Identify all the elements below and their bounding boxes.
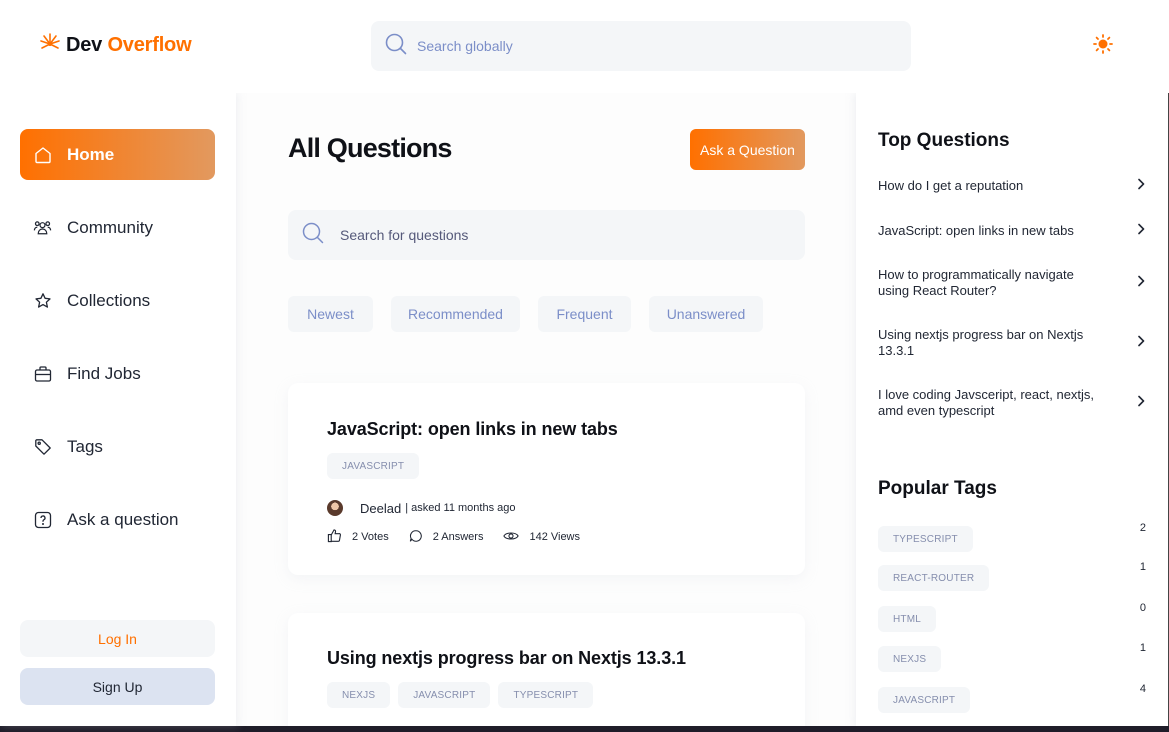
question-metrics: 2 Votes 2 Answers 142 Views: [327, 528, 600, 546]
question-tags: JAVASCRIPT: [327, 453, 420, 479]
sidebar-item-label: Find Jobs: [67, 363, 141, 383]
chevron-right-icon: [1136, 223, 1146, 239]
filter-newest[interactable]: Newest: [288, 296, 373, 332]
filter-frequent[interactable]: Frequent: [538, 296, 631, 332]
message-icon: [409, 529, 423, 546]
search-icon: [302, 222, 324, 249]
logo-text: Dev Overflow: [66, 34, 192, 56]
main-content: All Questions Ask a Question Newest Reco…: [236, 93, 856, 726]
answers-metric: 2 Answers: [409, 529, 483, 546]
ask-question-button[interactable]: Ask a Question: [690, 129, 805, 170]
popular-tag-item[interactable]: HTML 0: [878, 602, 1146, 632]
home-icon: [33, 145, 52, 164]
search-icon: [385, 33, 407, 60]
logo[interactable]: Dev Overflow: [38, 31, 192, 60]
popular-tag-item[interactable]: TYPESCRIPT 2: [878, 522, 1146, 552]
page-title: All Questions: [288, 133, 452, 163]
sidebar-item-label: Community: [67, 217, 153, 237]
question-tags: NEXJS JAVASCRIPT TYPESCRIPT: [327, 682, 594, 708]
question-card: JavaScript: open links in new tabs JAVAS…: [288, 383, 805, 575]
tag-badge[interactable]: NEXJS: [327, 682, 391, 708]
popular-tag-item[interactable]: NEXJS 1: [878, 642, 1146, 672]
theme-toggle[interactable]: [1092, 33, 1114, 59]
tag-count: 1: [1139, 561, 1146, 573]
question-search[interactable]: [288, 210, 805, 260]
votes-metric: 2 Votes: [327, 528, 389, 546]
briefcase-icon: [33, 364, 52, 383]
global-search-input[interactable]: [417, 38, 857, 54]
signup-button[interactable]: Sign Up: [20, 668, 215, 705]
question-search-input[interactable]: [340, 227, 760, 243]
tag-badge[interactable]: REACT-ROUTER: [878, 565, 990, 591]
popular-tag-item[interactable]: JAVASCRIPT 4: [878, 683, 1146, 713]
question-card: Using nextjs progress bar on Nextjs 13.3…: [288, 613, 805, 726]
tag-icon: [33, 437, 52, 456]
star-icon: [33, 291, 52, 310]
popular-tag-item[interactable]: REACT-ROUTER 1: [878, 561, 1146, 591]
sidebar-item-label: Tags: [67, 436, 103, 456]
tag-count: 4: [1139, 683, 1146, 695]
login-button[interactable]: Log In: [20, 620, 215, 657]
views-metric: 142 Views: [503, 529, 580, 546]
question-title[interactable]: JavaScript: open links in new tabs: [327, 419, 618, 440]
tag-count: 0: [1139, 602, 1146, 614]
users-icon: [33, 218, 52, 237]
sidebar-item-collections[interactable]: Collections: [20, 275, 215, 326]
filter-unanswered[interactable]: Unanswered: [649, 296, 763, 332]
tag-count: 1: [1139, 642, 1146, 654]
sidebar-item-label: Collections: [67, 290, 151, 310]
sidebar-item-tags[interactable]: Tags: [20, 421, 215, 472]
tag-badge[interactable]: JAVASCRIPT: [327, 453, 420, 479]
tag-badge[interactable]: JAVASCRIPT: [878, 687, 971, 713]
tag-badge[interactable]: JAVASCRIPT: [398, 682, 491, 708]
left-sidebar: Home Community Collections Find Jobs Tag…: [0, 93, 236, 726]
right-sidebar: Top Questions How do I get a reputation …: [856, 93, 1169, 726]
top-question-item[interactable]: How do I get a reputation: [878, 178, 1146, 194]
tag-badge[interactable]: HTML: [878, 606, 937, 632]
asked-time: | asked 11 months ago: [405, 502, 516, 514]
top-question-item[interactable]: Using nextjs progress bar on Nextjs 13.3…: [878, 327, 1146, 359]
eye-icon: [503, 529, 520, 546]
sidebar-item-find-jobs[interactable]: Find Jobs: [20, 348, 215, 399]
tag-badge[interactable]: TYPESCRIPT: [498, 682, 594, 708]
avatar: [327, 500, 343, 516]
bottom-bar: [0, 726, 1169, 732]
author-name: Deelad: [360, 500, 402, 516]
chevron-right-icon: [1136, 275, 1146, 291]
popular-tags-title: Popular Tags: [878, 478, 997, 499]
tag-badge[interactable]: NEXJS: [878, 646, 942, 672]
navbar: Dev Overflow: [0, 0, 1169, 93]
chevron-right-icon: [1136, 335, 1146, 351]
sun-icon: [1093, 33, 1113, 59]
sidebar-item-ask-question[interactable]: Ask a question: [20, 494, 215, 545]
top-question-item[interactable]: I love coding Javsceript, react, nextjs,…: [878, 387, 1146, 419]
sidebar-item-label: Home: [67, 144, 115, 164]
top-question-item[interactable]: JavaScript: open links in new tabs: [878, 223, 1146, 239]
sidebar-item-home[interactable]: Home: [20, 129, 215, 180]
sidebar-item-community[interactable]: Community: [20, 202, 215, 253]
thumbs-up-icon: [327, 528, 342, 546]
filter-recommended[interactable]: Recommended: [391, 296, 520, 332]
top-questions-title: Top Questions: [878, 130, 1010, 151]
question-icon: [33, 510, 52, 529]
top-question-item[interactable]: How to programmatically navigate using R…: [878, 267, 1146, 299]
sidebar-item-label: Ask a question: [67, 509, 179, 529]
question-author[interactable]: Deelad | asked 11 months ago: [327, 500, 515, 516]
tag-count: 2: [1139, 522, 1146, 534]
question-title[interactable]: Using nextjs progress bar on Nextjs 13.3…: [327, 648, 686, 669]
global-search[interactable]: [371, 21, 911, 71]
logo-icon: [38, 31, 62, 60]
chevron-right-icon: [1136, 395, 1146, 411]
tag-badge[interactable]: TYPESCRIPT: [878, 526, 973, 552]
chevron-right-icon: [1136, 178, 1146, 194]
